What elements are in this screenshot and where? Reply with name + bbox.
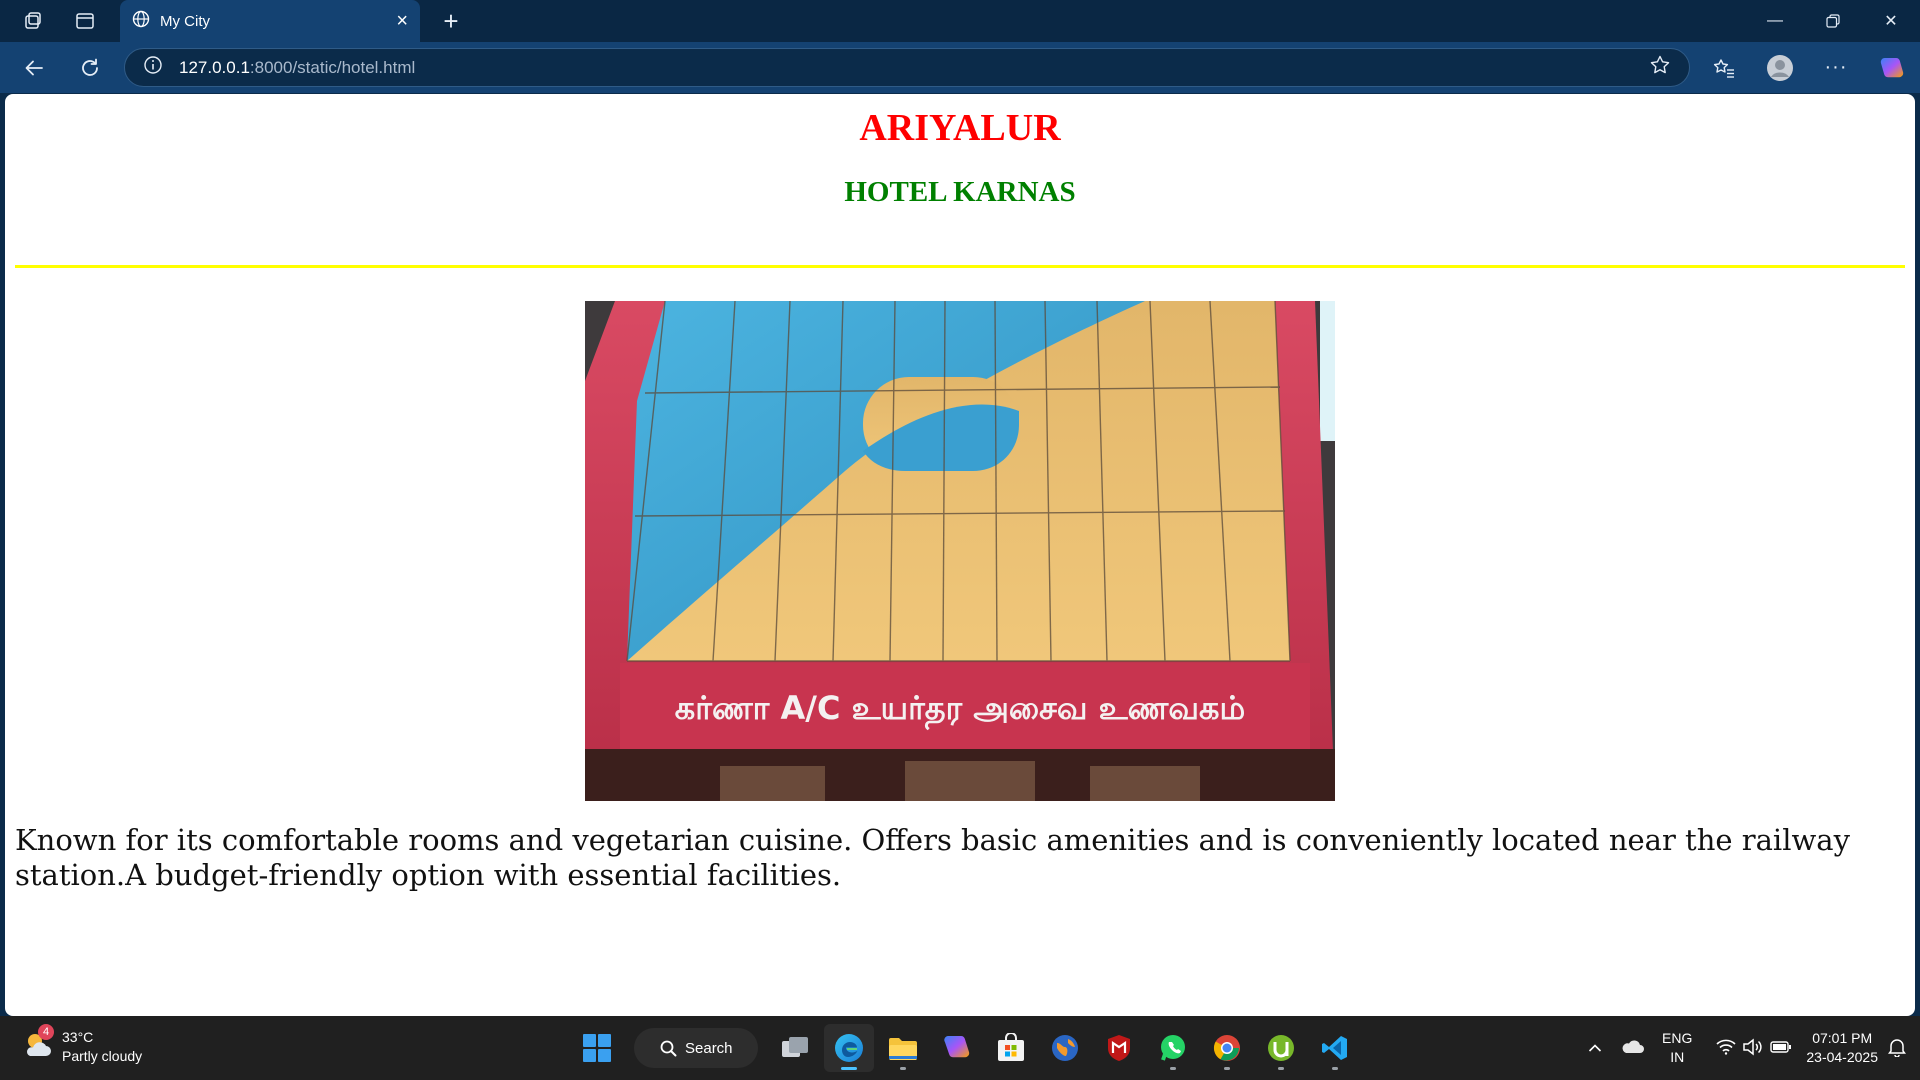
minimize-icon[interactable]: — bbox=[1746, 0, 1804, 42]
copilot-app-icon[interactable] bbox=[932, 1024, 982, 1072]
hotel-photo: கர்ணா A/C உயர்தர அசைவ உணவகம் bbox=[585, 301, 1335, 801]
mcafee-shield-icon[interactable] bbox=[1094, 1024, 1144, 1072]
toolbar-right-group: ··· bbox=[1696, 42, 1920, 93]
hotel-description: Known for its comfortable rooms and vege… bbox=[15, 823, 1850, 892]
system-tray: ENG IN 07:01 PM 23-04-2025 bbox=[1588, 1016, 1920, 1080]
city-heading: ARIYALUR bbox=[859, 107, 1061, 149]
browser-titlebar: My City × + — ✕ bbox=[0, 0, 1920, 42]
input-language[interactable]: ENG IN bbox=[1662, 1029, 1692, 1067]
address-bar[interactable]: 127.0.0.1:8000/static/hotel.html bbox=[124, 48, 1690, 87]
clock-time: 07:01 PM bbox=[1812, 1030, 1873, 1046]
more-options-icon[interactable]: ··· bbox=[1808, 42, 1864, 93]
clock-date: 23-04-2025 bbox=[1806, 1049, 1878, 1065]
url-host: 127.0.0.1 bbox=[179, 57, 250, 77]
search-label: Search bbox=[685, 1039, 733, 1057]
tab-my-city[interactable]: My City × bbox=[120, 0, 420, 42]
notifications-bell-icon[interactable] bbox=[1888, 1037, 1906, 1060]
site-info-icon[interactable] bbox=[143, 55, 163, 80]
weather-widget[interactable]: 4 33°C Partly cloudy bbox=[22, 1024, 143, 1066]
show-hidden-icons-chevron-icon[interactable] bbox=[1588, 1040, 1602, 1056]
file-explorer-icon[interactable] bbox=[878, 1024, 928, 1072]
vertical-tabs-icon[interactable] bbox=[64, 0, 106, 42]
region-code: IN bbox=[1670, 1049, 1685, 1065]
browser-toolbar: 127.0.0.1:8000/static/hotel.html ··· bbox=[0, 42, 1920, 93]
storefront-windows bbox=[720, 761, 1200, 801]
workspaces-icon[interactable] bbox=[12, 0, 54, 42]
utorrent-icon[interactable] bbox=[1256, 1024, 1306, 1072]
close-tab-icon[interactable]: × bbox=[396, 11, 408, 31]
battery-icon[interactable] bbox=[1770, 1040, 1792, 1057]
wifi-icon[interactable] bbox=[1716, 1039, 1736, 1058]
sign-text: கர்ணா A/C உயர்தர அசைவ உணவகம் bbox=[675, 689, 1245, 730]
tab-title: My City bbox=[160, 12, 210, 30]
task-view-icon[interactable] bbox=[770, 1024, 820, 1072]
photo-sky bbox=[1320, 301, 1335, 441]
url-path: :8000/static/hotel.html bbox=[249, 57, 416, 77]
favorite-star-icon[interactable] bbox=[1649, 54, 1671, 81]
close-window-icon[interactable]: ✕ bbox=[1862, 0, 1920, 42]
taskbar-apps: Search bbox=[570, 1024, 1362, 1072]
favorites-icon[interactable] bbox=[1696, 42, 1752, 93]
window-controls: — ✕ bbox=[1746, 0, 1920, 42]
yellow-divider bbox=[15, 265, 1905, 268]
browser-globe-app-icon[interactable] bbox=[1040, 1024, 1090, 1072]
onedrive-cloud-icon[interactable] bbox=[1620, 1039, 1645, 1058]
weather-badge: 4 bbox=[38, 1024, 54, 1040]
microsoft-store-icon[interactable] bbox=[986, 1024, 1036, 1072]
profile-avatar-icon[interactable] bbox=[1752, 42, 1808, 93]
windows-taskbar: 4 33°C Partly cloudy Search ENG IN 07:01… bbox=[0, 1016, 1920, 1080]
hotel-page: ARIYALUR HOTEL KARNAS கர்ணா A/C உயர்தர அ… bbox=[5, 106, 1915, 893]
lang-code: ENG bbox=[1662, 1030, 1693, 1046]
search-icon bbox=[660, 1040, 677, 1056]
new-tab-button[interactable]: + bbox=[430, 0, 472, 42]
hotel-heading: HOTEL KARNAS bbox=[844, 176, 1076, 208]
back-button[interactable] bbox=[6, 42, 62, 93]
refresh-button[interactable] bbox=[62, 42, 118, 93]
weather-temp: 33°C bbox=[62, 1029, 94, 1045]
clock[interactable]: 07:01 PM 23-04-2025 bbox=[1806, 1029, 1878, 1067]
taskbar-search[interactable]: Search bbox=[634, 1028, 758, 1068]
globe-icon bbox=[132, 10, 150, 32]
copilot-icon[interactable] bbox=[1864, 42, 1920, 93]
vscode-icon[interactable] bbox=[1310, 1024, 1360, 1072]
page-viewport: ARIYALUR HOTEL KARNAS கர்ணா A/C உயர்தர அ… bbox=[5, 94, 1915, 1016]
weather-desc: Partly cloudy bbox=[62, 1048, 143, 1064]
restore-icon[interactable] bbox=[1804, 0, 1862, 42]
whatsapp-icon[interactable] bbox=[1148, 1024, 1198, 1072]
chrome-icon[interactable] bbox=[1202, 1024, 1252, 1072]
start-button[interactable] bbox=[572, 1024, 622, 1072]
edge-app-icon[interactable] bbox=[824, 1024, 874, 1072]
volume-icon[interactable] bbox=[1742, 1037, 1764, 1059]
